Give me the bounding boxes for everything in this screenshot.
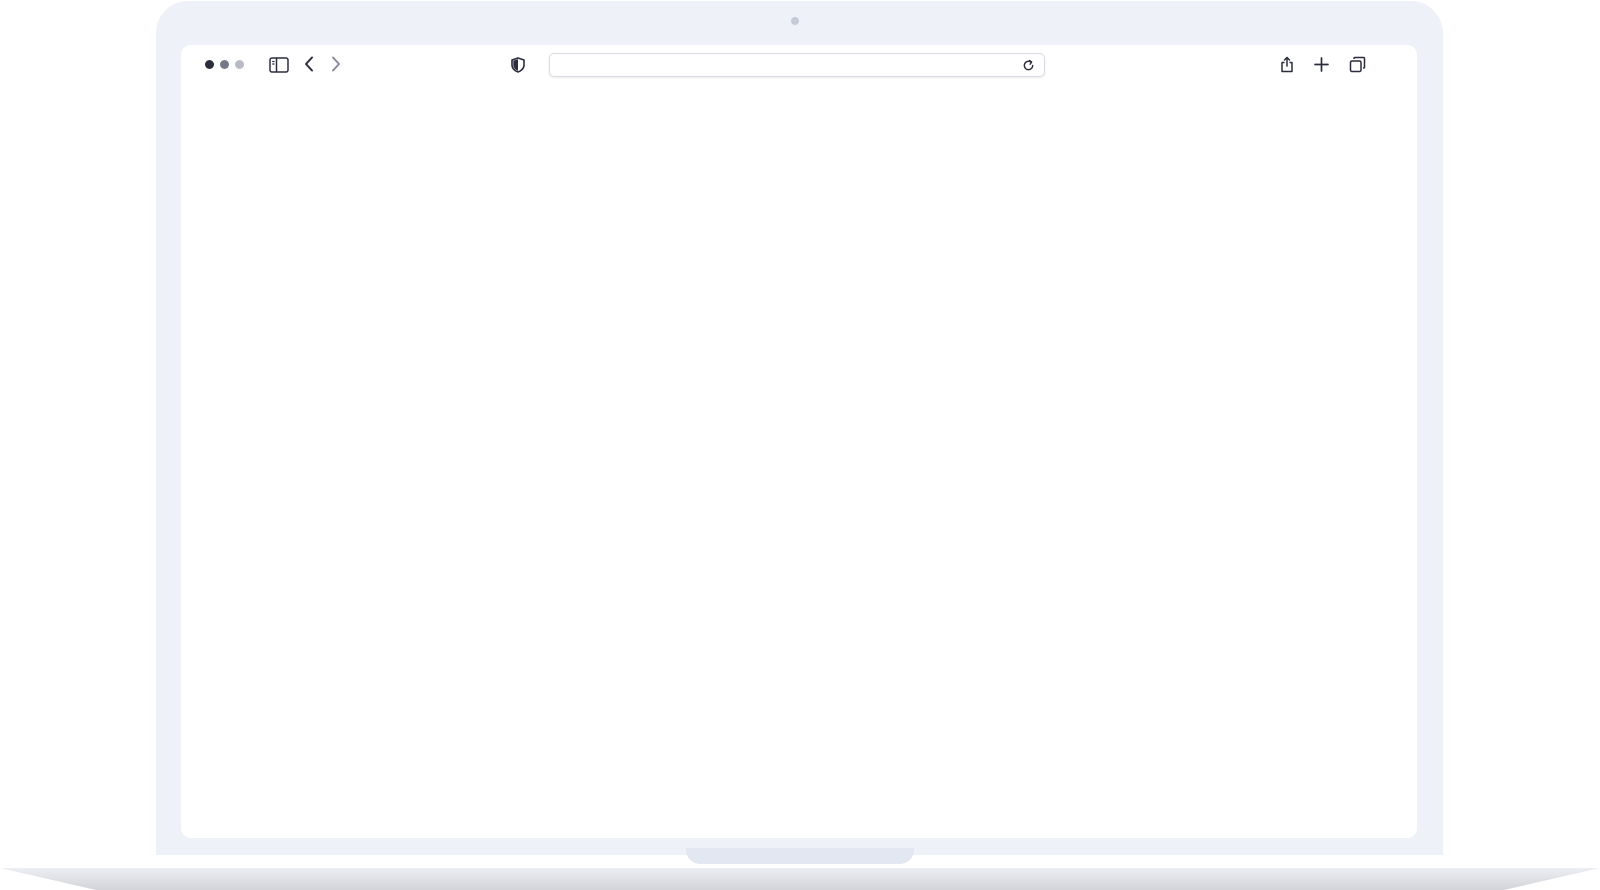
laptop-mockup <box>0 0 1600 890</box>
sidebar-toggle-icon[interactable] <box>268 55 290 75</box>
plus-icon[interactable] <box>1312 55 1330 73</box>
reload-icon[interactable] <box>1020 57 1036 73</box>
laptop-hinge-notch <box>686 848 914 864</box>
web-content-area <box>181 85 1417 838</box>
tab-overview-icon[interactable] <box>1347 54 1367 74</box>
laptop-base <box>0 868 1600 890</box>
url-input[interactable] <box>558 56 1018 74</box>
minimize-window-button[interactable] <box>220 60 229 69</box>
window-controls <box>205 60 244 69</box>
laptop-lid <box>156 1 1443 855</box>
address-bar[interactable] <box>549 53 1045 77</box>
close-window-button[interactable] <box>205 60 214 69</box>
share-icon[interactable] <box>1278 54 1296 74</box>
chevron-right-icon[interactable] <box>329 55 343 73</box>
camera-icon <box>791 17 799 25</box>
shield-icon[interactable] <box>510 56 526 74</box>
zoom-window-button[interactable] <box>235 60 244 69</box>
browser-toolbar <box>181 45 1417 85</box>
browser-window <box>181 45 1417 838</box>
chevron-left-icon[interactable] <box>302 55 316 73</box>
